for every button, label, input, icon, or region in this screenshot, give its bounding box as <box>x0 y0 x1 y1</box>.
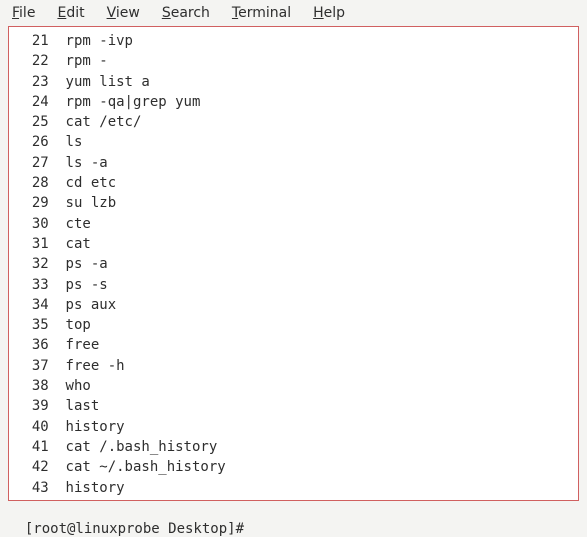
history-command: cd etc <box>49 175 116 191</box>
history-row: 36free <box>15 335 572 355</box>
history-command: ps -s <box>49 277 108 293</box>
history-row: 39last <box>15 396 572 416</box>
menu-file[interactable]: File <box>2 3 47 23</box>
history-number: 34 <box>15 295 49 315</box>
history-row: 43history <box>15 478 572 498</box>
history-command: who <box>49 378 91 394</box>
history-row: 38who <box>15 376 572 396</box>
history-row: 30cte <box>15 214 572 234</box>
history-command: history <box>49 480 125 496</box>
history-command: cat /etc/ <box>49 114 142 130</box>
history-number: 36 <box>15 335 49 355</box>
history-command: ps aux <box>49 297 116 313</box>
history-command: cat <box>49 236 91 252</box>
history-number: 26 <box>15 132 49 152</box>
history-row: 34ps aux <box>15 295 572 315</box>
history-row: 29su lzb <box>15 193 572 213</box>
history-row: 40history <box>15 417 572 437</box>
history-row: 37free -h <box>15 356 572 376</box>
history-number: 31 <box>15 234 49 254</box>
history-number: 24 <box>15 92 49 112</box>
history-command: cat ~/.bash_history <box>49 459 226 475</box>
history-number: 37 <box>15 356 49 376</box>
menu-help[interactable]: Help <box>303 3 357 23</box>
history-number: 30 <box>15 214 49 234</box>
history-row: 42cat ~/.bash_history <box>15 457 572 477</box>
history-command: rpm -qa|grep yum <box>49 94 201 110</box>
history-row: 32ps -a <box>15 254 572 274</box>
history-number: 40 <box>15 417 49 437</box>
history-number: 38 <box>15 376 49 396</box>
history-number: 28 <box>15 173 49 193</box>
history-row: 24rpm -qa|grep yum <box>15 92 572 112</box>
history-command: ls <box>49 134 83 150</box>
history-row: 41cat /.bash_history <box>15 437 572 457</box>
terminal-output[interactable]: 21rpm -ivp22rpm -23yum list a24rpm -qa|g… <box>8 26 579 501</box>
history-command: ls -a <box>49 155 108 171</box>
prompt-line[interactable]: [root@linuxprobe Desktop]# <box>0 501 587 537</box>
history-row: 25cat /etc/ <box>15 112 572 132</box>
history-command: history <box>49 419 125 435</box>
history-number: 43 <box>15 478 49 498</box>
history-number: 35 <box>15 315 49 335</box>
history-command: last <box>49 398 100 414</box>
history-row: 28cd etc <box>15 173 572 193</box>
history-command: cte <box>49 216 91 232</box>
menu-search[interactable]: Search <box>152 3 222 23</box>
menu-edit[interactable]: Edit <box>47 3 96 23</box>
history-number: 27 <box>15 153 49 173</box>
history-number: 25 <box>15 112 49 132</box>
history-number: 39 <box>15 396 49 416</box>
history-row: 31cat <box>15 234 572 254</box>
history-command: su lzb <box>49 195 116 211</box>
history-row: 22rpm - <box>15 51 572 71</box>
history-row: 21rpm -ivp <box>15 31 572 51</box>
menu-terminal[interactable]: Terminal <box>222 3 303 23</box>
history-command: top <box>49 317 91 333</box>
history-command: free -h <box>49 358 125 374</box>
history-row: 26ls <box>15 132 572 152</box>
history-number: 41 <box>15 437 49 457</box>
history-command: ps -a <box>49 256 108 272</box>
history-row: 27ls -a <box>15 153 572 173</box>
history-number: 21 <box>15 31 49 51</box>
history-number: 22 <box>15 51 49 71</box>
menubar: FileEditViewSearchTerminalHelp <box>0 0 587 26</box>
menu-view[interactable]: View <box>97 3 152 23</box>
history-row: 35top <box>15 315 572 335</box>
history-number: 32 <box>15 254 49 274</box>
history-command: rpm - <box>49 53 108 69</box>
history-command: rpm -ivp <box>49 33 133 49</box>
history-command: yum list a <box>49 74 150 90</box>
history-number: 42 <box>15 457 49 477</box>
history-number: 33 <box>15 275 49 295</box>
history-number: 23 <box>15 72 49 92</box>
history-row: 33ps -s <box>15 275 572 295</box>
history-command: cat /.bash_history <box>49 439 218 455</box>
history-row: 23yum list a <box>15 72 572 92</box>
history-command: free <box>49 337 100 353</box>
prompt-text: [root@linuxprobe Desktop]# <box>25 521 253 537</box>
history-number: 29 <box>15 193 49 213</box>
